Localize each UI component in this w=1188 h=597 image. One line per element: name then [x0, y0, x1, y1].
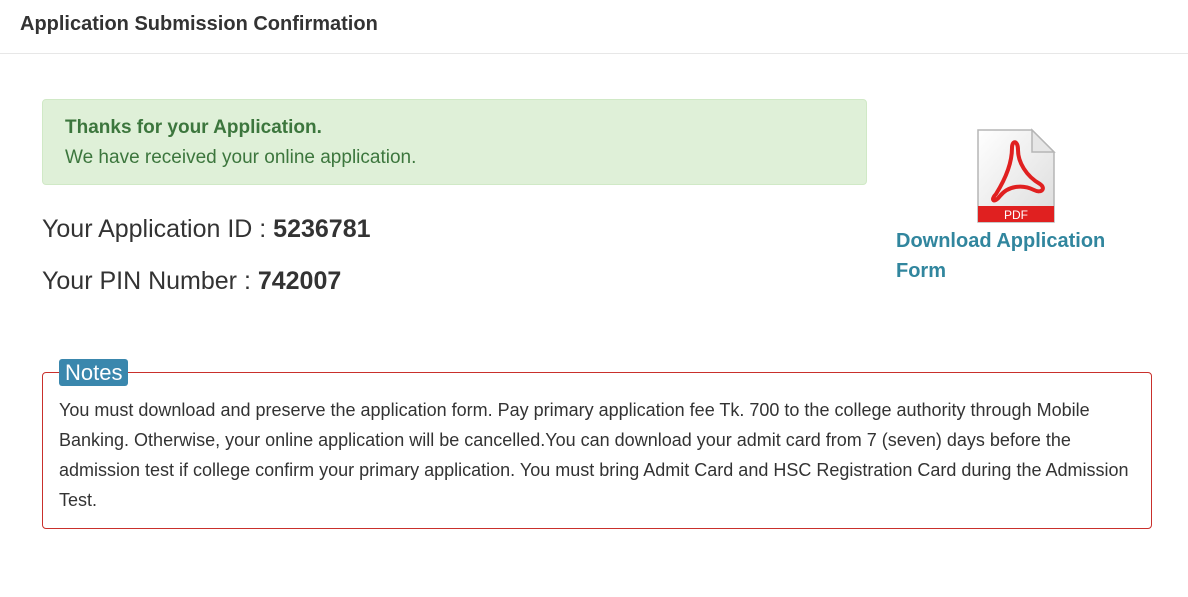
pin-number-line: Your PIN Number : 742007	[42, 267, 341, 296]
pin-number-label: Your PIN Number :	[42, 267, 258, 295]
notes-text: You must download and preserve the appli…	[59, 400, 1129, 510]
alert-message: We have received your online application…	[65, 147, 417, 168]
download-application-form-label[interactable]: Download Application Form	[896, 226, 1116, 286]
download-application-form-link[interactable]: PDF Download Application Form	[896, 128, 1126, 288]
application-id-line: Your Application ID : 5236781	[42, 215, 371, 244]
application-id-label: Your Application ID :	[42, 215, 274, 243]
pdf-icon-text: PDF	[1004, 208, 1028, 222]
pdf-icon[interactable]: PDF	[976, 128, 1056, 224]
alert-title: Thanks for your Application.	[65, 117, 322, 138]
notes-panel: Notes You must download and preserve the…	[42, 359, 1152, 529]
application-id-value: 5236781	[273, 215, 371, 243]
notes-badge: Notes	[59, 359, 129, 386]
pin-number-value: 742007	[257, 267, 342, 295]
success-alert: Thanks for your Application. We have rec…	[42, 99, 867, 185]
page-header: Application Submission Confirmation	[0, 0, 1188, 54]
page-title: Application Submission Confirmation	[20, 13, 378, 35]
